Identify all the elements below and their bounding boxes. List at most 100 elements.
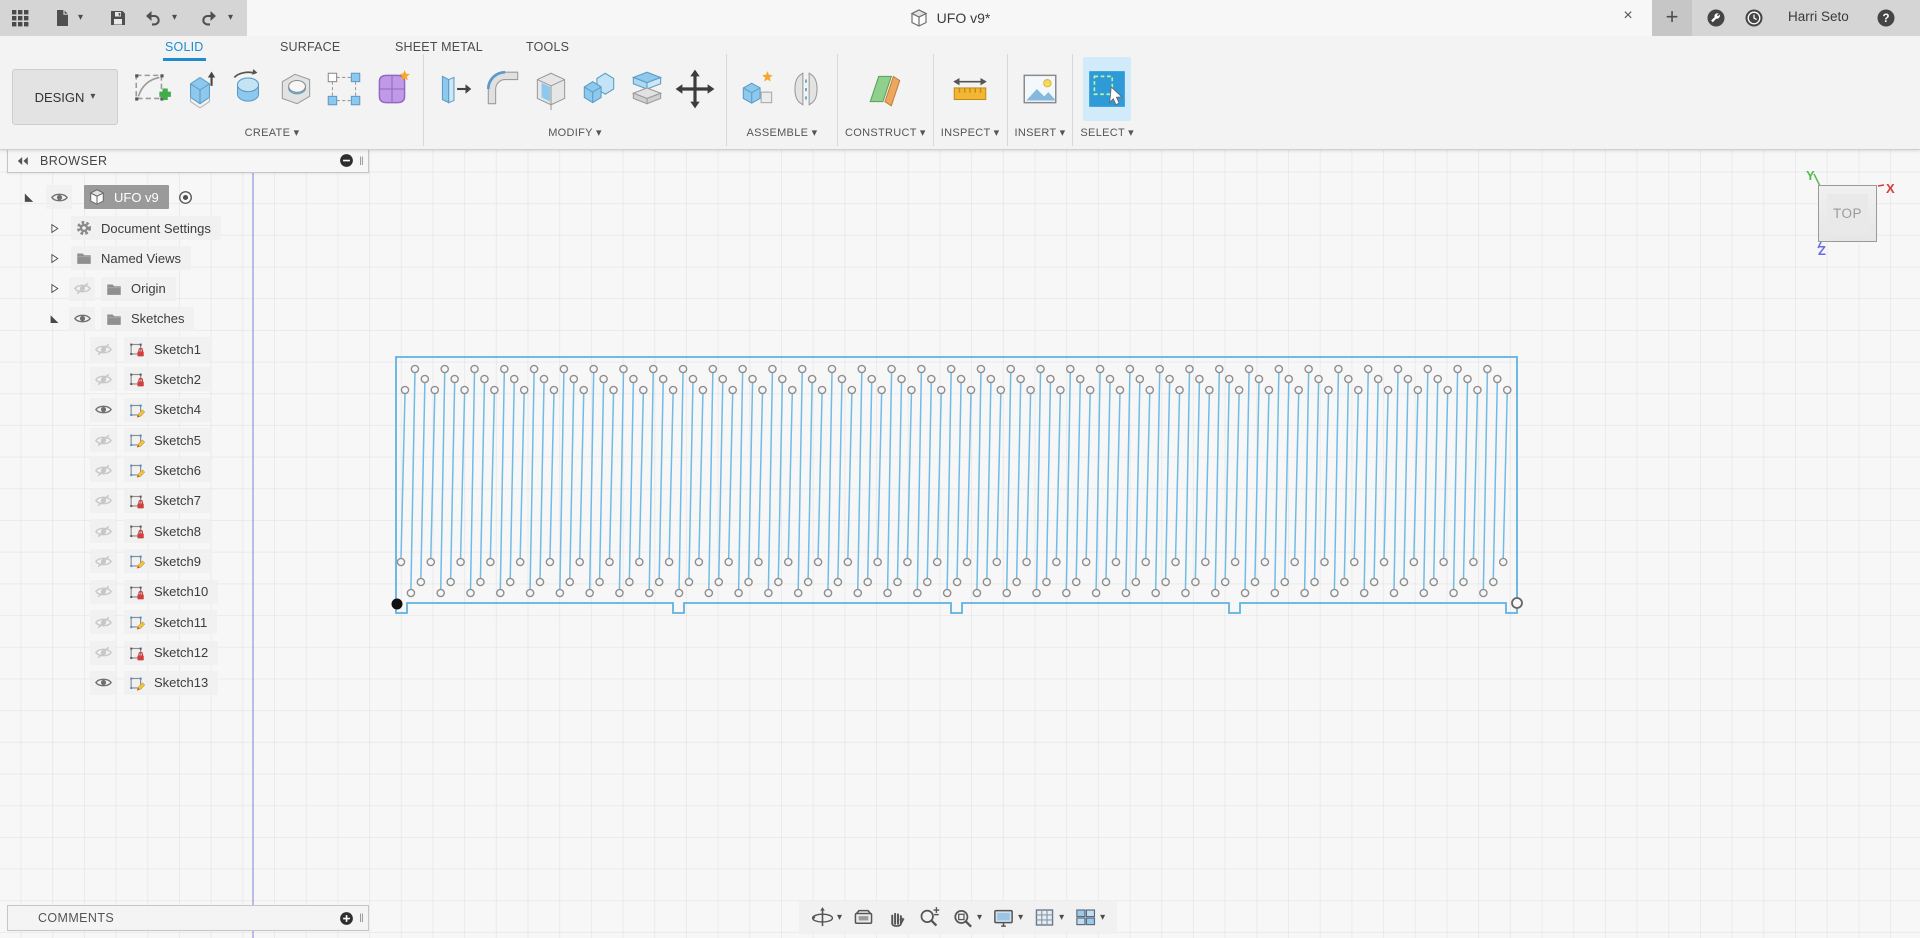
browser-sketch-sketch5[interactable]: Sketch5 [90, 427, 211, 453]
pattern-icon[interactable] [320, 57, 368, 121]
eye-hidden-icon[interactable] [94, 582, 113, 601]
browser-root-component[interactable]: UFO v9 [22, 184, 194, 210]
pan-icon[interactable] [881, 904, 912, 931]
browser-sketch-sketch2[interactable]: Sketch2 [90, 366, 211, 392]
display-settings-icon[interactable]: ▾ [988, 904, 1027, 931]
split-body-icon[interactable] [623, 57, 671, 121]
browser-sketch-sketch7[interactable]: Sketch7 [90, 488, 211, 514]
group-label-inspect[interactable]: INSPECT ▾ [941, 126, 1000, 139]
new-tab-button[interactable]: + [1652, 0, 1692, 36]
browser-sketch-sketch12[interactable]: Sketch12 [90, 640, 219, 666]
select-icon[interactable] [1083, 57, 1132, 121]
eye-hidden-icon[interactable] [73, 279, 92, 298]
eye-visible-icon[interactable] [94, 400, 113, 419]
user-name[interactable]: Harri Seto [1788, 9, 1849, 24]
eye-visible-icon[interactable] [94, 673, 113, 692]
joint-icon[interactable] [782, 57, 830, 121]
browser-panel-header[interactable]: BROWSER ‖ [7, 148, 369, 173]
new-component-icon[interactable] [734, 57, 782, 121]
browser-sketch-sketch10[interactable]: Sketch10 [90, 579, 219, 605]
redo-dropdown-caret[interactable]: ▾ [228, 8, 233, 28]
workspace-selector[interactable]: DESIGN ▾ [12, 69, 118, 125]
eye-visible-icon[interactable] [73, 309, 92, 328]
triangle-collapsed-icon[interactable] [48, 222, 61, 235]
fillet-icon[interactable] [479, 57, 527, 121]
panel-grip[interactable]: ‖ [359, 911, 364, 925]
panel-grip[interactable]: ‖ [359, 154, 364, 168]
group-label-construct[interactable]: CONSTRUCT ▾ [845, 126, 926, 139]
move-copy-icon[interactable] [671, 57, 719, 121]
look-at-icon[interactable] [848, 904, 879, 931]
eye-hidden-icon[interactable] [94, 370, 113, 389]
group-label-assemble[interactable]: ASSEMBLE ▾ [747, 126, 818, 139]
zoom-icon[interactable] [914, 904, 945, 931]
notification-clock-icon[interactable] [1744, 8, 1764, 28]
browser-item-origin[interactable]: Origin [48, 276, 176, 302]
redo-icon[interactable] [200, 8, 220, 28]
triangle-expanded-icon[interactable] [48, 312, 61, 325]
group-label-select[interactable]: SELECT ▾ [1080, 126, 1134, 139]
dropdown-caret-icon[interactable]: ▾ [1100, 908, 1105, 928]
comments-panel[interactable]: COMMENTS ‖ [7, 905, 369, 931]
eye-hidden-icon[interactable] [94, 552, 113, 571]
browser-sketch-sketch8[interactable]: Sketch8 [90, 518, 211, 544]
job-status-icon[interactable] [1706, 8, 1726, 28]
browser-sketch-sketch9[interactable]: Sketch9 [90, 548, 211, 574]
grid-layout-icon[interactable]: ▾ [1029, 904, 1068, 931]
combine-icon[interactable] [575, 57, 623, 121]
eye-hidden-icon[interactable] [94, 431, 113, 450]
measure-icon[interactable] [946, 57, 994, 121]
eye-hidden-icon[interactable] [94, 340, 113, 359]
browser-item-named-views[interactable]: Named Views [48, 245, 191, 271]
radio-target-icon[interactable] [177, 189, 194, 206]
app-grid-icon[interactable] [10, 8, 30, 28]
eye-hidden-icon[interactable] [94, 643, 113, 662]
dropdown-caret-icon[interactable]: ▾ [977, 908, 982, 928]
viewcube-top-face[interactable]: TOP [1827, 193, 1868, 234]
file-icon[interactable] [52, 8, 72, 28]
group-label-insert[interactable]: INSERT ▾ [1015, 126, 1066, 139]
browser-sketch-sketch1[interactable]: Sketch1 [90, 336, 211, 362]
triangle-collapsed-icon[interactable] [48, 252, 61, 265]
eye-hidden-icon[interactable] [94, 522, 113, 541]
file-dropdown-caret[interactable]: ▾ [78, 8, 83, 28]
browser-sketch-sketch13[interactable]: Sketch13 [90, 670, 219, 696]
press-pull-icon[interactable] [431, 57, 479, 121]
construct-plane-icon[interactable] [861, 57, 909, 121]
browser-sketch-sketch11[interactable]: Sketch11 [90, 609, 218, 635]
dropdown-caret-icon[interactable]: ▾ [837, 908, 842, 928]
shell-icon[interactable] [527, 57, 575, 121]
triangle-expanded-icon[interactable] [22, 190, 36, 204]
viewcube[interactable]: TOP [1818, 185, 1877, 242]
close-tab-icon[interactable]: × [1618, 7, 1638, 25]
revolve-icon[interactable] [224, 57, 272, 121]
fit-icon[interactable]: ▾ [947, 904, 986, 931]
browser-item-document-settings[interactable]: Document Settings [48, 215, 221, 241]
dropdown-caret-icon[interactable]: ▾ [1018, 908, 1023, 928]
document-tab[interactable]: UFO v9* × [247, 0, 1652, 36]
help-icon[interactable]: ? [1876, 8, 1896, 28]
plus-circle-icon[interactable] [338, 910, 355, 927]
triangle-collapsed-icon[interactable] [48, 282, 61, 295]
dropdown-caret-icon[interactable]: ▾ [1059, 908, 1064, 928]
create-sketch-icon[interactable] [128, 57, 176, 121]
minus-circle-icon[interactable] [338, 152, 355, 169]
create-form-icon[interactable] [368, 57, 416, 121]
eye-hidden-icon[interactable] [94, 461, 113, 480]
browser-sketch-sketch6[interactable]: Sketch6 [90, 457, 211, 483]
browser-item-sketches[interactable]: Sketches [48, 306, 195, 332]
group-label-modify[interactable]: MODIFY ▾ [548, 126, 602, 139]
viewports-icon[interactable]: ▾ [1070, 904, 1109, 931]
undo-icon[interactable] [142, 8, 162, 28]
group-label-create[interactable]: CREATE ▾ [245, 126, 300, 139]
browser-sketch-sketch4[interactable]: Sketch4 [90, 397, 211, 423]
undo-dropdown-caret[interactable]: ▾ [172, 8, 177, 28]
collapse-chevrons-icon[interactable] [14, 153, 32, 169]
orbit-icon[interactable]: ▾ [807, 904, 846, 931]
hole-icon[interactable] [272, 57, 320, 121]
eye-hidden-icon[interactable] [94, 491, 113, 510]
save-icon[interactable] [108, 8, 128, 28]
eye-hidden-icon[interactable] [94, 613, 113, 632]
insert-image-icon[interactable] [1016, 57, 1064, 121]
extrude-icon[interactable] [176, 57, 224, 121]
